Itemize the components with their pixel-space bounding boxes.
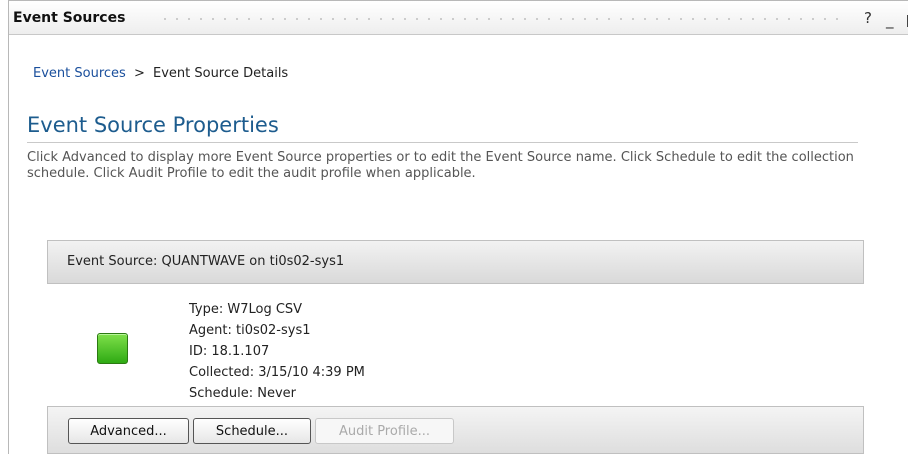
event-source-header-label: Event Source: QUANTWAVE on ti0s02-sys1 (67, 254, 345, 269)
green-status-icon (97, 333, 128, 364)
detail-id: ID: 18.1.107 (189, 344, 270, 359)
portlet-title: Event Sources (13, 10, 126, 26)
titlebar-dotted-rule (159, 18, 838, 20)
detail-agent: Agent: ti0s02-sys1 (189, 323, 311, 338)
minimize-icon[interactable]: _ (886, 11, 894, 29)
portlet-titlebar: Event Sources ? _ (9, 1, 908, 35)
detail-schedule: Schedule: Never (189, 386, 297, 401)
page-title: Event Source Properties (27, 113, 279, 137)
page-description: Click Advanced to display more Event Sou… (27, 150, 854, 181)
action-button-bar: Advanced... Schedule... Audit Profile... (47, 406, 864, 454)
audit-profile-button: Audit Profile... (315, 418, 454, 444)
help-icon[interactable]: ? (864, 9, 872, 27)
breadcrumb-link-event-sources[interactable]: Event Sources (33, 66, 126, 81)
title-divider (27, 142, 858, 143)
event-source-header: Event Source: QUANTWAVE on ti0s02-sys1 (47, 240, 864, 284)
breadcrumb-separator: > (133, 66, 145, 81)
event-source-details: Type: W7Log CSV Agent: ti0s02-sys1 ID: 1… (189, 299, 365, 404)
breadcrumb-current: Event Source Details (152, 66, 289, 81)
schedule-button[interactable]: Schedule... (193, 418, 311, 444)
detail-type: Type: W7Log CSV (189, 302, 303, 317)
advanced-button[interactable]: Advanced... (68, 418, 189, 444)
breadcrumb: Event Sources > Event Source Details (33, 66, 288, 81)
detail-collected: Collected: 3/15/10 4:39 PM (189, 365, 365, 380)
